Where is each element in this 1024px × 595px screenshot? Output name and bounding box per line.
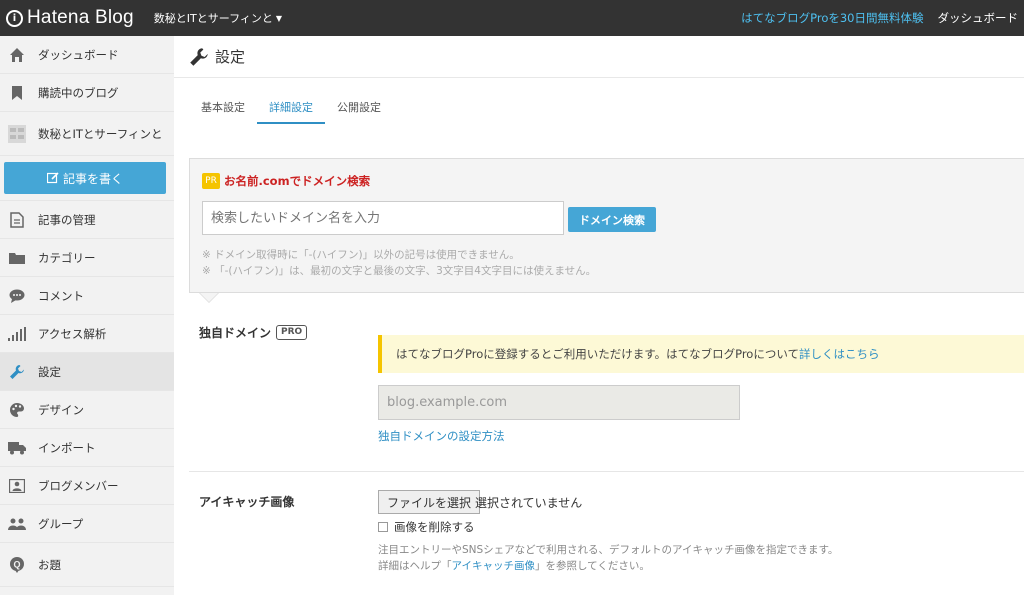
pr-note: ※ ドメイン取得時に「-(ハイフン)」以外の記号は使用できません。 xyxy=(202,249,520,261)
pro-trial-link[interactable]: はてなブログProを30日間無料体験 xyxy=(741,10,923,26)
sidebar-item-label: お題 xyxy=(38,557,61,572)
delete-image-checkbox[interactable] xyxy=(378,522,388,532)
sidebar-item-topics[interactable]: Q お題 xyxy=(0,543,174,587)
eyecatch-label: アイキャッチ画像 xyxy=(199,495,295,509)
sidebar-item-articles[interactable]: 記事の管理 xyxy=(0,201,174,239)
domain-search-input[interactable] xyxy=(202,201,564,235)
blog-switcher[interactable]: 数秘とITとサーフィンと ▼ xyxy=(154,10,282,26)
sidebar-item-label: 設定 xyxy=(38,364,61,379)
domain-search-pr: PR お名前.comでドメイン検索 ドメイン検索 ※ ドメイン取得時に「-(ハイ… xyxy=(189,158,1024,293)
delete-image-row: 画像を削除する xyxy=(378,519,475,535)
topic-icon: Q xyxy=(8,556,26,574)
eyecatch-section: アイキャッチ画像 ファイルを選択 選択されていません 画像を削除する 注目エント… xyxy=(189,472,1024,595)
hatena-logo-icon: i xyxy=(6,9,23,27)
sidebar-item-dashboard[interactable]: ダッシュボード xyxy=(0,36,174,74)
sidebar-item-comments[interactable]: コメント xyxy=(0,277,174,315)
pr-title: お名前.comでドメイン検索 xyxy=(224,174,371,188)
sidebar-item-label: ブログメンバー xyxy=(38,478,119,493)
truck-icon xyxy=(8,439,26,457)
main-content: 設定 基本設定 詳細設定 公開設定 PR お名前.comでドメイン検索 ドメイン… xyxy=(174,36,1024,595)
document-icon xyxy=(8,211,26,229)
member-icon xyxy=(8,477,26,495)
bookmark-icon xyxy=(8,84,26,102)
pro-badge: PRO xyxy=(276,325,308,340)
sidebar-item-import[interactable]: インポート xyxy=(0,429,174,467)
custom-domain-input[interactable]: blog.example.com xyxy=(378,385,740,420)
blog-thumb-icon xyxy=(8,124,26,143)
sidebar-item-members[interactable]: ブログメンバー xyxy=(0,467,174,505)
pr-note: ※ 「-(ハイフン)」は、最初の文字と最後の文字、3文字目4文字目には使えません… xyxy=(202,265,597,277)
top-dashboard-link[interactable]: ダッシュボード xyxy=(938,10,1019,26)
choose-file-button[interactable]: ファイルを選択 xyxy=(378,490,481,514)
sidebar-item-label: インポート xyxy=(38,440,96,455)
details-link[interactable]: 詳しくはこちら xyxy=(799,346,880,362)
bar-chart-icon xyxy=(8,325,26,343)
settings-tabs: 基本設定 詳細設定 公開設定 xyxy=(189,99,393,124)
file-status: 選択されていません xyxy=(475,496,583,510)
hatena-logo[interactable]: i Hatena Blog xyxy=(6,7,134,29)
sidebar-item-label: 数秘とITとサーフィンと xyxy=(38,126,163,141)
svg-text:Q: Q xyxy=(13,559,20,569)
palette-icon xyxy=(8,401,26,419)
sidebar-item-subscriptions[interactable]: 購読中のブログ xyxy=(0,74,174,112)
sidebar-item-label: 購読中のブログ xyxy=(38,85,119,100)
caret-down-icon: ▼ xyxy=(275,13,283,23)
sidebar-item-label: デザイン xyxy=(38,402,84,417)
domain-setup-link[interactable]: 独自ドメインの設定方法 xyxy=(378,428,505,444)
wrench-icon xyxy=(189,47,209,67)
sidebar-item-label: コメント xyxy=(38,288,84,303)
sidebar-item-label: カテゴリー xyxy=(38,250,96,265)
sidebar-item-label: アクセス解析 xyxy=(38,326,107,341)
group-icon xyxy=(8,515,26,533)
sidebar-item-label: グループ xyxy=(38,516,84,531)
pr-badge: PR xyxy=(202,173,220,189)
eyecatch-help: 注目エントリーやSNSシェアなどで利用される、デフォルトのアイキャッチ画像を指定… xyxy=(378,544,839,572)
blog-name: 数秘とITとサーフィンと xyxy=(153,12,273,25)
tab-publish[interactable]: 公開設定 xyxy=(325,99,393,124)
write-button-label: 記事を書く xyxy=(62,171,123,186)
sidebar-item-label: ダッシュボード xyxy=(38,47,119,62)
page-title: 設定 xyxy=(215,48,246,66)
delete-image-label[interactable]: 画像を削除する xyxy=(394,519,475,535)
pro-required-notice: はてなブログProに登録するとご利用いただけます。はてなブログProについて 詳し… xyxy=(378,335,1024,373)
sidebar-item-groups[interactable]: グループ xyxy=(0,505,174,543)
sidebar-item-settings[interactable]: 設定 xyxy=(0,353,174,391)
page-header: 設定 xyxy=(174,36,1024,78)
write-article-button[interactable]: 記事を書く xyxy=(4,162,166,194)
home-icon xyxy=(8,46,26,64)
top-bar: i Hatena Blog 数秘とITとサーフィンと ▼ はてなブログProを3… xyxy=(0,0,1024,36)
pr-notes: ※ ドメイン取得時に「-(ハイフン)」以外の記号は使用できません。 ※ 「-(ハ… xyxy=(202,247,596,279)
edit-icon xyxy=(46,172,59,184)
custom-domain-label: 独自ドメイン PRO xyxy=(199,324,308,341)
sidebar-item-label: 記事の管理 xyxy=(38,212,96,227)
logo-text: Hatena Blog xyxy=(27,7,134,28)
eyecatch-help-link[interactable]: アイキャッチ画像 xyxy=(452,560,535,572)
tab-basic[interactable]: 基本設定 xyxy=(189,99,257,124)
domain-search-button[interactable]: ドメイン検索 xyxy=(568,207,656,232)
sidebar-item-analytics[interactable]: アクセス解析 xyxy=(0,315,174,353)
tab-advanced[interactable]: 詳細設定 xyxy=(257,99,325,124)
custom-domain-section: 独自ドメイン PRO はてなブログProに登録するとご利用いただけます。はてなブ… xyxy=(189,304,1024,472)
sidebar: ダッシュボード 購読中のブログ 数秘とITとサーフィンと 記事を書く 記事の管理… xyxy=(0,36,174,595)
folder-icon xyxy=(8,249,26,267)
sidebar-item-categories[interactable]: カテゴリー xyxy=(0,239,174,277)
wrench-icon xyxy=(8,363,26,381)
comment-icon xyxy=(8,287,26,305)
sidebar-item-design[interactable]: デザイン xyxy=(0,391,174,429)
sidebar-item-blog[interactable]: 数秘とITとサーフィンと xyxy=(0,112,174,156)
